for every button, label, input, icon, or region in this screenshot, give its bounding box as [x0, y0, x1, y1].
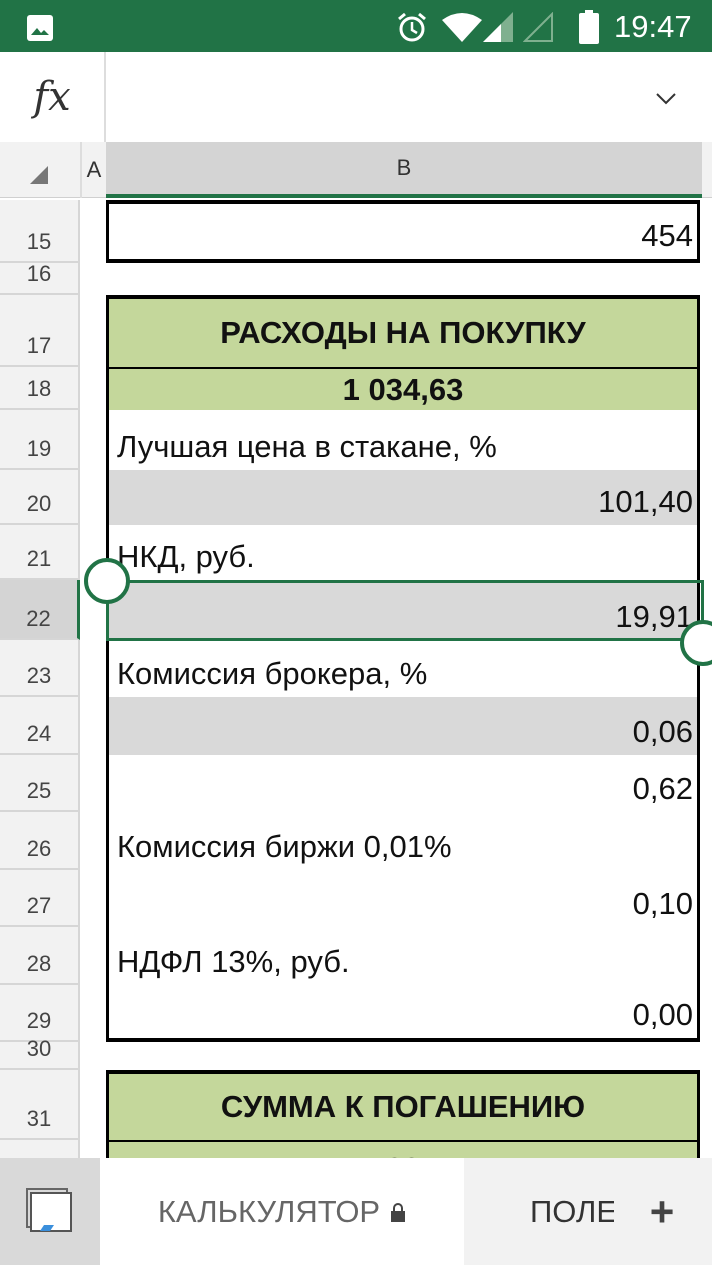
- cell-b28[interactable]: НДФЛ 13%, руб.: [106, 927, 700, 985]
- image-icon: [27, 15, 53, 41]
- cell-b29[interactable]: 0,00: [106, 985, 700, 1042]
- battery-icon: [579, 10, 599, 44]
- row-header-19[interactable]: 19: [0, 410, 80, 470]
- row-header-20[interactable]: 20: [0, 470, 80, 525]
- row-header-25[interactable]: 25: [0, 755, 80, 812]
- row-header-21[interactable]: 21: [0, 525, 80, 580]
- row-header-18[interactable]: 18: [0, 367, 80, 410]
- cell-b27[interactable]: 0,10: [106, 870, 700, 927]
- column-header-bar: A B: [0, 142, 712, 198]
- wifi-icon: [442, 13, 482, 42]
- column-header-b[interactable]: B: [106, 142, 702, 198]
- sheets-view-button[interactable]: [0, 1158, 100, 1265]
- row-header-24[interactable]: 24: [0, 697, 80, 755]
- row-header-26[interactable]: 26: [0, 812, 80, 870]
- cell-b24[interactable]: 0,06: [106, 697, 700, 755]
- cell-b22[interactable]: 19,91: [106, 580, 700, 640]
- selection-handle-start[interactable]: [84, 558, 130, 604]
- cell-b17[interactable]: РАСХОДЫ НА ПОКУПКУ: [106, 295, 700, 367]
- cell-b31[interactable]: СУММА К ПОГАШЕНИЮ: [106, 1070, 700, 1140]
- cell-b21[interactable]: НКД, руб.: [106, 525, 700, 580]
- row-header-17[interactable]: 17: [0, 295, 80, 367]
- sheet-tab-label: КАЛЬКУЛЯТОР: [157, 1193, 381, 1229]
- alarm-icon: [398, 12, 426, 42]
- row-header-16[interactable]: 16: [0, 261, 80, 295]
- sheets-icon: [26, 1188, 72, 1232]
- status-bar: 19:47: [0, 0, 712, 52]
- row-header-29[interactable]: 29: [0, 985, 80, 1042]
- cell-b25[interactable]: 0,62: [106, 755, 700, 812]
- cell-b15[interactable]: 454: [106, 200, 700, 263]
- cell-b23[interactable]: Комиссия брокера, %: [106, 640, 700, 697]
- add-sheet-button[interactable]: +: [640, 1158, 684, 1265]
- row-header-31[interactable]: 31: [0, 1070, 80, 1140]
- sheet-tab-pole[interactable]: ПОЛЕ: [530, 1158, 614, 1265]
- chevron-down-icon[interactable]: [655, 92, 677, 106]
- column-header-a[interactable]: A: [80, 142, 106, 198]
- cell-b19[interactable]: Лучшая цена в стакане, %: [106, 410, 700, 470]
- clock: 19:47: [614, 9, 692, 44]
- row-header-15[interactable]: 15: [0, 200, 80, 263]
- signal-empty-icon: [523, 12, 553, 42]
- sheet-tab-bar: КАЛЬКУЛЯТОР ПОЛЕ +: [0, 1158, 712, 1265]
- row-header-23[interactable]: 23: [0, 640, 80, 697]
- lock-icon: [391, 1202, 406, 1222]
- row-header-22[interactable]: 22: [0, 580, 80, 640]
- fx-button[interactable]: fx: [0, 52, 106, 142]
- row-header-30[interactable]: 30: [0, 1036, 80, 1070]
- cell-b20[interactable]: 101,40: [106, 470, 700, 525]
- formula-input[interactable]: [108, 52, 712, 142]
- select-all-icon[interactable]: [30, 166, 50, 184]
- row-header-27[interactable]: 27: [0, 870, 80, 927]
- signal-icon: [483, 12, 513, 42]
- sheet-tab-calculator[interactable]: КАЛЬКУЛЯТОР: [100, 1158, 464, 1265]
- cell-b26[interactable]: Комиссия биржи 0,01%: [106, 812, 700, 870]
- cell-b18[interactable]: 1 034,63: [106, 367, 700, 410]
- row-header-28[interactable]: 28: [0, 927, 80, 985]
